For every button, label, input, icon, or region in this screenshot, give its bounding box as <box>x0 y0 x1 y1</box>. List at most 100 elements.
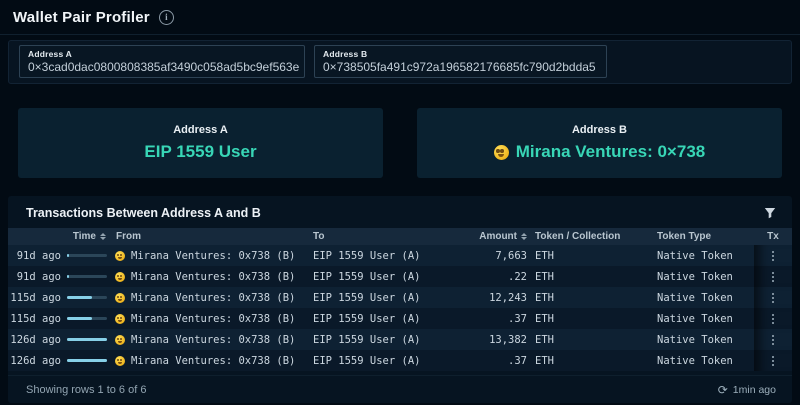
amount-value: 7,663 <box>455 250 527 262</box>
column-header-label: Amount <box>479 231 517 242</box>
time-cell: 126d ago <box>8 334 108 346</box>
column-header-from: From <box>108 231 305 242</box>
table-row[interactable]: 91d ago Mirana Ventures: 0x738 (B) EIP 155… <box>8 266 792 287</box>
from-address-link[interactable]: Mirana Ventures: 0x738 (B) <box>108 355 305 367</box>
address-b-input-label: Address B <box>323 49 598 59</box>
transactions-panel: Transactions Between Address A and B Tim… <box>8 196 792 403</box>
tx-cell <box>754 287 792 308</box>
table-row[interactable]: 115d ago Mirana Ventures: 0x738 (B) EIP 15… <box>8 308 792 329</box>
token-type: Native Token <box>649 355 754 367</box>
to-address-link[interactable]: EIP 1559 User (A) <box>305 355 455 367</box>
column-header-token: Token / Collection <box>527 231 649 242</box>
time-bar <box>67 254 107 257</box>
from-label: Mirana Ventures: 0x738 (B) <box>131 334 295 346</box>
time-cell: 91d ago <box>8 271 108 283</box>
nerd-face-emoji <box>115 293 125 303</box>
transactions-header: Transactions Between Address A and B <box>8 196 792 228</box>
amount-value: 12,243 <box>455 292 527 304</box>
from-address-link[interactable]: Mirana Ventures: 0x738 (B) <box>108 271 305 283</box>
time-bar <box>67 296 107 299</box>
time-bar <box>67 359 107 362</box>
from-address-link[interactable]: Mirana Ventures: 0x738 (B) <box>108 292 305 304</box>
amount-value: .22 <box>455 271 527 283</box>
from-label: Mirana Ventures: 0x738 (B) <box>131 271 295 283</box>
tx-menu-icon[interactable] <box>767 269 779 285</box>
table-row[interactable]: 91d ago Mirana Ventures: 0x738 (B)EIP 155… <box>8 245 792 266</box>
filter-icon[interactable] <box>764 207 776 219</box>
column-header-time[interactable]: Time <box>8 231 108 242</box>
from-address-link[interactable]: Mirana Ventures: 0x738 (B) <box>108 313 305 325</box>
amount-value: .37 <box>455 355 527 367</box>
column-header-label: Tx <box>767 231 779 242</box>
from-address-link[interactable]: Mirana Ventures: 0x738 (B) <box>108 334 305 346</box>
time-text: 91d ago <box>17 250 61 262</box>
address-a-input-value[interactable]: 0×3cad0dac0800808385af3490c058ad5bc9ef56… <box>28 60 296 74</box>
tx-menu-icon[interactable] <box>767 353 779 369</box>
time-bar <box>67 338 107 341</box>
column-header-to: To <box>305 231 455 242</box>
column-header-amount[interactable]: Amount <box>455 231 527 242</box>
token-type: Native Token <box>649 292 754 304</box>
address-b-card-label: Address B <box>572 124 627 136</box>
column-header-token-type: Token Type <box>649 231 754 242</box>
table-row[interactable]: 115d ago Mirana Ventures: 0x738 (B) EIP 15… <box>8 287 792 308</box>
tx-cell <box>754 245 792 266</box>
address-inputs-panel: Address A 0×3cad0dac0800808385af3490c058… <box>8 40 792 84</box>
address-a-card-value[interactable]: EIP 1559 User <box>144 142 256 162</box>
tx-cell <box>754 308 792 329</box>
column-header-label: From <box>116 231 141 242</box>
time-cell: 115d ago <box>8 292 108 304</box>
time-bar <box>67 275 107 278</box>
tx-menu-icon[interactable] <box>767 290 779 306</box>
nerd-face-emoji <box>115 272 125 282</box>
tx-menu-icon[interactable] <box>767 332 779 348</box>
to-address-link[interactable]: EIP 1559 User (A) <box>305 250 455 262</box>
info-icon[interactable]: i <box>159 10 174 25</box>
refresh-icon[interactable]: ⟳ <box>718 384 728 396</box>
time-text: 115d ago <box>10 313 61 325</box>
time-text: 115d ago <box>10 292 61 304</box>
from-label: Mirana Ventures: 0x738 (B) <box>131 355 295 367</box>
tx-menu-icon[interactable] <box>767 248 779 264</box>
table-footer: Showing rows 1 to 6 of 6 ⟳ 1min ago <box>8 375 792 403</box>
table-body: 91d agoMirana Ventures: 0x738 (B)EIP 155… <box>8 245 792 371</box>
address-a-input[interactable]: Address A 0×3cad0dac0800808385af3490c058… <box>19 45 305 78</box>
address-a-card: Address A EIP 1559 User <box>18 108 383 178</box>
tx-cell <box>754 266 792 287</box>
tx-cell <box>754 329 792 350</box>
page-header: Wallet Pair Profiler i <box>0 0 800 34</box>
table-row[interactable]: 126d ago Mirana Ventures: 0x738 (B) EIP 15… <box>8 329 792 350</box>
from-address-link[interactable]: Mirana Ventures: 0x738 (B) <box>108 250 305 262</box>
to-address-link[interactable]: EIP 1559 User (A) <box>305 334 455 346</box>
header-divider <box>0 34 800 35</box>
last-updated[interactable]: ⟳ 1min ago <box>718 384 776 396</box>
time-bar <box>67 317 107 320</box>
to-address-link[interactable]: EIP 1559 User (A) <box>305 271 455 283</box>
from-label: Mirana Ventures: 0x738 (B) <box>131 292 295 304</box>
nerd-face-emoji <box>494 145 509 160</box>
rows-summary: Showing rows 1 to 6 of 6 <box>26 384 146 396</box>
address-b-input-value[interactable]: 0×738505fa491c972a196582176685fc790d2bdd… <box>323 60 598 74</box>
token-symbol: ETH <box>527 334 649 346</box>
token-symbol: ETH <box>527 313 649 325</box>
address-b-input[interactable]: Address B 0×738505fa491c972a196582176685… <box>314 45 607 78</box>
table-row[interactable]: 126d agoMirana Ventures: 0x738 (B)EIP 15… <box>8 350 792 371</box>
token-type: Native Token <box>649 334 754 346</box>
tx-menu-icon[interactable] <box>767 311 779 327</box>
to-address-link[interactable]: EIP 1559 User (A) <box>305 313 455 325</box>
amount-value: 13,382 <box>455 334 527 346</box>
from-label: Mirana Ventures: 0x738 (B) <box>131 313 295 325</box>
sort-icon[interactable] <box>100 233 106 240</box>
column-header-label: Time <box>73 231 96 242</box>
address-summary-cards: Address A EIP 1559 User Address B Mirana… <box>18 108 782 178</box>
token-type: Native Token <box>649 313 754 325</box>
token-type: Native Token <box>649 271 754 283</box>
address-b-card: Address B Mirana Ventures: 0×738 <box>417 108 782 178</box>
address-a-input-label: Address A <box>28 49 296 59</box>
address-b-card-value-text: Mirana Ventures: 0×738 <box>516 142 705 162</box>
column-header-label: Token / Collection <box>535 231 620 242</box>
to-address-link[interactable]: EIP 1559 User (A) <box>305 292 455 304</box>
address-b-card-value[interactable]: Mirana Ventures: 0×738 <box>494 142 705 162</box>
column-header-tx: Tx <box>754 231 792 242</box>
token-symbol: ETH <box>527 250 649 262</box>
